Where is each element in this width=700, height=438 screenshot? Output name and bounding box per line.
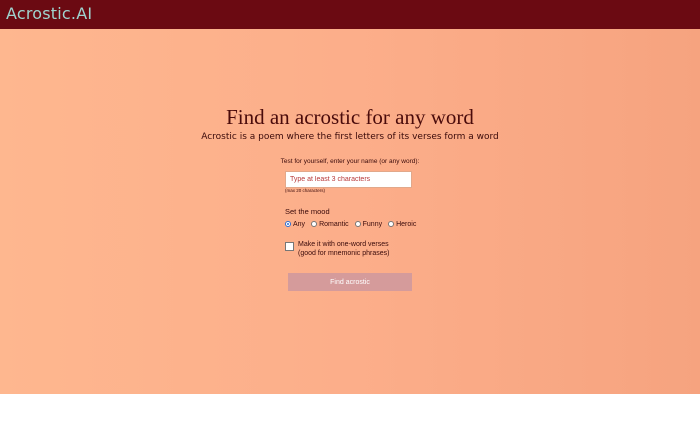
radio-funny[interactable] <box>354 221 361 227</box>
mood-funny-label: Funny <box>362 220 383 228</box>
mood-option-funny[interactable]: Funny <box>354 220 383 228</box>
radio-romantic[interactable] <box>311 221 318 227</box>
site-logo[interactable]: Acrostic.AI <box>6 4 92 23</box>
one-word-label: Make it with one-word verses (good for m… <box>298 240 389 258</box>
one-word-label-line1: Make it with one-word verses <box>298 241 389 248</box>
hero-section: Find an acrostic for any word Acrostic i… <box>0 29 700 394</box>
radio-heroic[interactable] <box>388 221 395 227</box>
mood-option-heroic[interactable]: Heroic <box>388 221 416 228</box>
mood-heroic-label: Heroic <box>396 220 417 228</box>
max-characters-hint: (max 20 characters) <box>285 188 326 193</box>
mood-option-romantic[interactable]: Romantic <box>311 221 349 228</box>
one-word-checkbox[interactable] <box>285 242 294 251</box>
mood-option-any[interactable]: Any <box>285 221 305 228</box>
mood-radio-group: Any Romantic Funny Heroic <box>285 219 422 229</box>
name-prompt-label: Test for yourself, enter your name (or a… <box>280 158 420 165</box>
radio-any[interactable] <box>285 221 291 227</box>
top-bar: Acrostic.AI <box>0 0 700 29</box>
one-word-option: Make it with one-word verses (good for m… <box>285 240 389 258</box>
mood-romantic-label: Romantic <box>319 220 349 228</box>
mood-label: Set the mood <box>285 207 330 216</box>
page-title: Find an acrostic for any word <box>226 105 474 129</box>
mood-any-label: Any <box>293 220 306 228</box>
find-acrostic-button[interactable]: Find acrostic <box>288 273 412 291</box>
one-word-label-line2: (good for mnemonic phrases) <box>298 250 390 257</box>
page-subtitle: Acrostic is a poem where the first lette… <box>201 132 499 142</box>
name-input[interactable] <box>285 171 412 188</box>
